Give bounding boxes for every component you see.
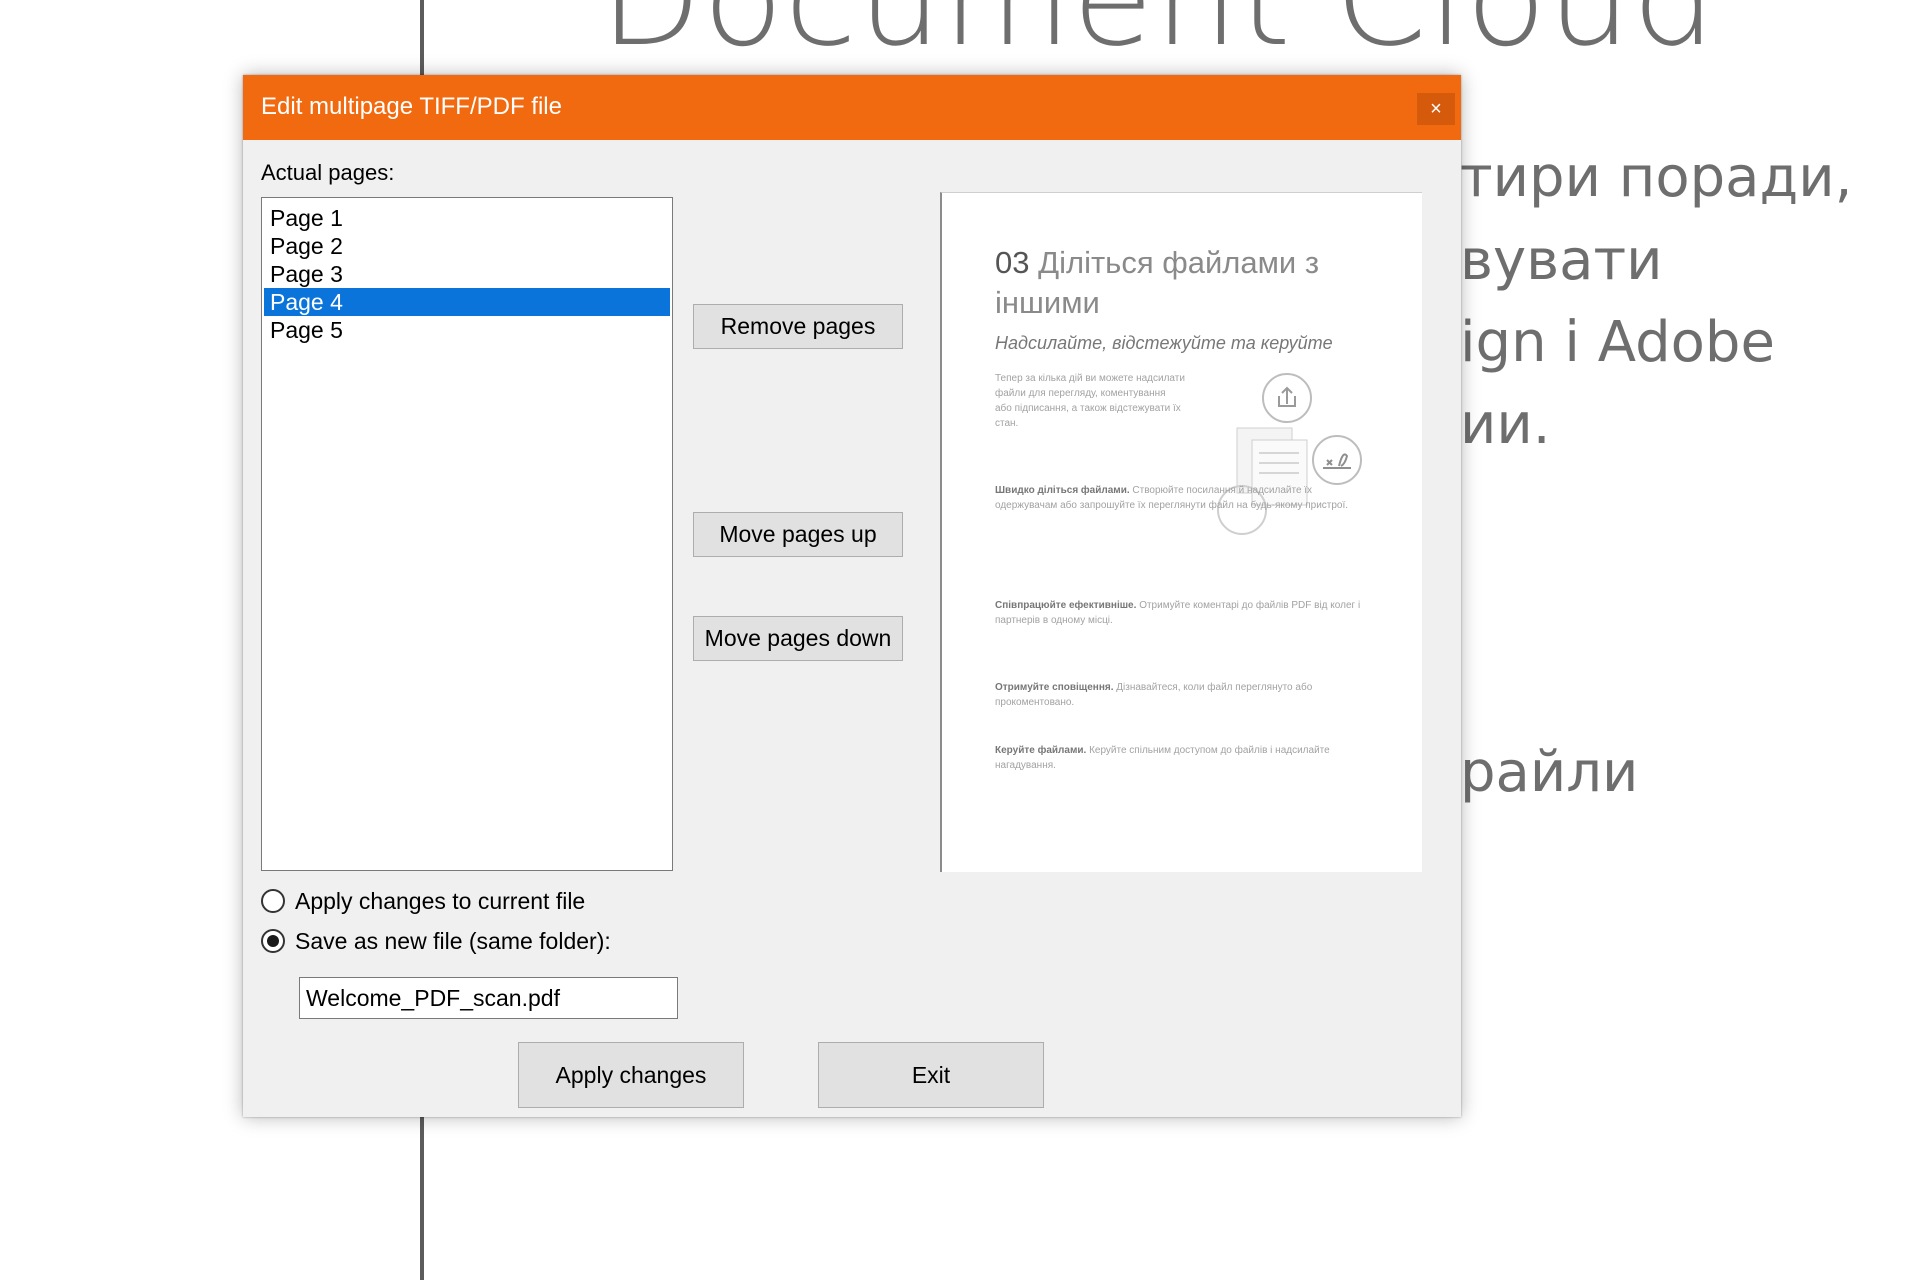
share-icon <box>1262 373 1312 423</box>
apply-changes-button[interactable]: Apply changes <box>518 1042 744 1108</box>
page-list-item[interactable]: Page 4 <box>264 288 670 316</box>
background-text-line: ign і Adobe <box>1460 310 1775 375</box>
page-list-item[interactable]: Page 1 <box>264 204 670 232</box>
edit-multipage-dialog: Edit multipage TIFF/PDF file × Actual pa… <box>243 75 1461 1117</box>
preview-heading-text: Діліться файлами з іншими <box>995 245 1320 320</box>
actual-pages-label: Actual pages: <box>261 160 395 185</box>
preview-paragraph: Керуйте файлами. Керуйте спільним доступ… <box>995 743 1365 773</box>
page-preview: 03 Діліться файлами з іншими Надсилайте,… <box>940 192 1422 872</box>
preview-heading: 03 Діліться файлами з іншими <box>995 243 1395 323</box>
exit-button[interactable]: Exit <box>818 1042 1044 1108</box>
preview-paragraph: Співпрацюйте ефективніше. Отримуйте коме… <box>995 598 1365 628</box>
close-button[interactable]: × <box>1417 93 1455 125</box>
close-icon: × <box>1430 98 1442 120</box>
preview-intro-text: Тепер за кілька дій ви можете надсилати … <box>995 373 1185 429</box>
move-pages-down-button[interactable]: Move pages down <box>693 616 903 661</box>
preview-paragraph-title: Швидко діліться файлами. <box>995 485 1130 496</box>
preview-illustration <box>1217 373 1362 535</box>
sign-icon <box>1312 435 1362 485</box>
page-list-item[interactable]: Page 3 <box>264 260 670 288</box>
apply-current-radio[interactable] <box>261 889 285 913</box>
remove-pages-button[interactable]: Remove pages <box>693 304 903 349</box>
filename-input[interactable] <box>299 977 678 1019</box>
dialog-titlebar[interactable]: Edit multipage TIFF/PDF file × <box>243 75 1461 140</box>
background-text-line: тири поради, <box>1460 145 1853 210</box>
page-list[interactable]: Page 1 Page 2 Page 3 Page 4 Page 5 <box>261 197 673 871</box>
save-new-label[interactable]: Save as new file (same folder): <box>295 928 611 955</box>
apply-current-label[interactable]: Apply changes to current file <box>295 888 585 915</box>
preview-subheading: Надсилайте, відстежуйте та керуйте <box>995 333 1333 353</box>
dialog-title: Edit multipage TIFF/PDF file <box>261 93 562 120</box>
preview-paragraph: Отримуйте сповіщення. Дізнавайтеся, коли… <box>995 680 1365 710</box>
preview-paragraph-title: Співпрацюйте ефективніше. <box>995 600 1137 611</box>
background-text-line: вувати <box>1460 228 1663 293</box>
preview-paragraph-title: Керуйте файлами. <box>995 745 1087 756</box>
document-icon <box>1217 427 1308 535</box>
preview-paragraph: Швидко діліться файлами. Створюйте посил… <box>995 483 1365 513</box>
page-list-item[interactable]: Page 5 <box>264 316 670 344</box>
background-text-line: райли <box>1460 740 1639 805</box>
page-list-item[interactable]: Page 2 <box>264 232 670 260</box>
save-new-radio[interactable] <box>261 929 285 953</box>
preview-section-number: 03 <box>995 245 1030 280</box>
move-pages-up-button[interactable]: Move pages up <box>693 512 903 557</box>
background-text-line: ии. <box>1460 392 1551 457</box>
preview-paragraph-title: Отримуйте сповіщення. <box>995 682 1114 693</box>
background-heading: Document Cloud <box>600 0 1717 76</box>
